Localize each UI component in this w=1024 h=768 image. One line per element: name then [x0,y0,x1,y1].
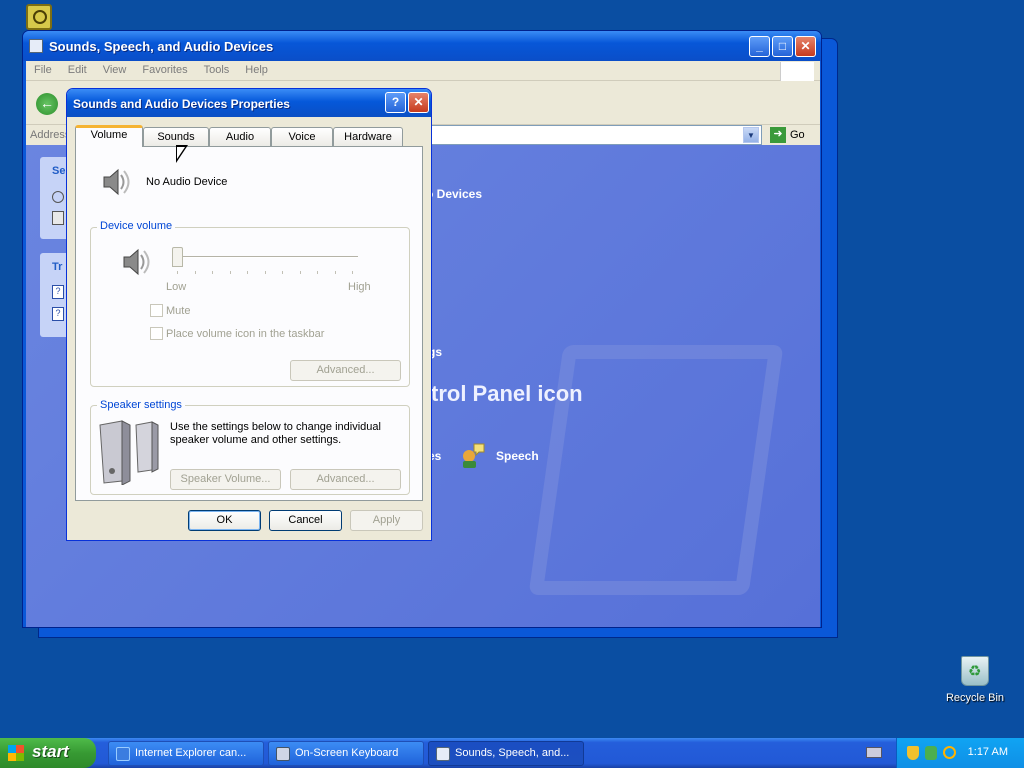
speakers-icon [98,419,160,486]
go-button[interactable]: ➜ Go [770,127,805,143]
volume-tick [317,271,318,274]
mouse-cursor [176,145,188,163]
speaker-icon[interactable] [52,191,64,203]
control-panel-icon [436,747,450,761]
taskbar-icon-label: Place volume icon in the taskbar [166,328,325,340]
dialog-titlebar[interactable]: Sounds and Audio Devices Properties ? ✕ [67,89,431,117]
speech-icon[interactable] [458,441,486,469]
tab-sounds[interactable]: Sounds [143,127,209,146]
volume-tick [247,271,248,274]
volume-speaker-icon [118,245,150,276]
speaker-advanced-button[interactable]: Advanced... [290,469,401,490]
category-heading: o Devices [426,187,483,201]
volume-ticks [177,271,353,274]
ok-button[interactable]: OK [188,510,261,531]
go-label: Go [790,128,805,141]
speaker-volume-button[interactable]: Speaker Volume... [170,469,281,490]
back-arrow-icon[interactable]: ← [36,93,58,115]
advanced-button[interactable]: Advanced... [290,360,401,381]
chevron-down-icon[interactable]: ▼ [743,127,759,143]
mute-checkbox[interactable] [150,304,163,317]
menu-view[interactable]: View [95,61,135,76]
dialog-title: Sounds and Audio Devices Properties [73,97,290,111]
volume-tick [264,271,266,274]
taskbar-button-sounds[interactable]: Sounds, Speech, and... [428,741,584,766]
volume-tick [334,271,336,274]
taskbar-button-label: Sounds, Speech, and... [455,747,570,759]
volume-tick [229,271,231,274]
volume-tick [352,271,353,274]
volume-slider-track[interactable] [172,256,358,258]
volume-slider-thumb[interactable] [172,247,183,267]
menu-tools[interactable]: Tools [196,61,238,76]
help-button[interactable]: ? [385,92,406,113]
speaker-icon [98,165,130,196]
windows-logo-icon [780,62,814,81]
clock: 1:17 AM [967,746,1008,758]
mute-label: Mute [166,305,191,317]
volume-tick [212,271,213,274]
minimize-button[interactable]: _ [749,36,770,57]
info-icon[interactable] [52,211,64,225]
menu-file[interactable]: File [26,61,60,76]
menu-edit[interactable]: Edit [60,61,95,76]
volume-tick [177,271,178,274]
recycle-bin-icon [961,656,989,686]
taskbar: start Internet Explorer can... On-Screen… [0,738,1024,768]
apply-button[interactable]: Apply [350,510,423,531]
dialog-close-button[interactable]: ✕ [408,92,429,113]
taskbar-button-label: On-Screen Keyboard [295,747,399,759]
recycle-bin-label: Recycle Bin [945,692,1005,704]
help-icon[interactable]: ? [52,307,64,321]
recycle-bin[interactable]: Recycle Bin [940,656,1010,704]
tab-hardware[interactable]: Hardware [333,127,403,146]
security-shield-icon[interactable] [907,746,919,760]
speech-link[interactable]: Speech [496,449,539,463]
properties-dialog: Sounds and Audio Devices Properties ? ✕ … [66,88,432,541]
device-name: No Audio Device [146,176,228,188]
menu-bar: File Edit View Favorites Tools Help [26,61,820,81]
explorer-title: Sounds, Speech, and Audio Devices [49,39,274,54]
start-label: start [32,742,69,761]
control-panel-icon [29,39,43,53]
search-icon[interactable] [943,746,956,759]
tab-audio[interactable]: Audio [209,127,271,146]
volume-high-label: High [348,281,371,293]
language-keyboard-icon[interactable] [866,747,882,758]
volume-tick [282,271,283,274]
taskbar-button-label: Internet Explorer can... [135,747,247,759]
desktop-shortcut-icon[interactable] [26,4,52,30]
ie-icon [116,747,130,761]
help-icon[interactable]: ? [52,285,64,299]
address-label: Address [30,129,71,141]
keyboard-icon [276,747,290,761]
close-button[interactable]: ✕ [795,36,816,57]
task-pane-heading: Se [52,165,66,177]
taskbar-button-keyboard[interactable]: On-Screen Keyboard [268,741,424,766]
volume-tab-panel: No Audio Device Device volume Low High M… [75,146,423,501]
maximize-button[interactable]: □ [772,36,793,57]
cancel-button[interactable]: Cancel [269,510,342,531]
network-icon[interactable] [925,746,937,760]
system-tray: 1:17 AM [896,738,1024,768]
go-arrow-icon: ➜ [770,127,786,143]
speaker-description: Use the settings below to change individ… [170,421,381,446]
tab-volume[interactable]: Volume [75,125,143,147]
device-volume-label: Device volume [97,220,176,232]
pick-icon-heading: trol Panel icon [431,381,583,406]
task-pane-heading-2: Tr [52,261,63,273]
start-button[interactable]: start [0,738,96,768]
taskbar-button-ie[interactable]: Internet Explorer can... [108,741,264,766]
volume-low-label: Low [166,281,187,293]
speaker-settings-label: Speaker settings [97,399,185,411]
explorer-titlebar[interactable]: Sounds, Speech, and Audio Devices _ □ ✕ [23,31,821,61]
menu-favorites[interactable]: Favorites [134,61,195,76]
volume-tick [194,271,196,274]
windows-flag-icon [8,745,24,761]
tab-voice[interactable]: Voice [271,127,333,146]
menu-help[interactable]: Help [237,61,276,76]
volume-tick [299,271,301,274]
taskbar-icon-checkbox[interactable] [150,327,163,340]
